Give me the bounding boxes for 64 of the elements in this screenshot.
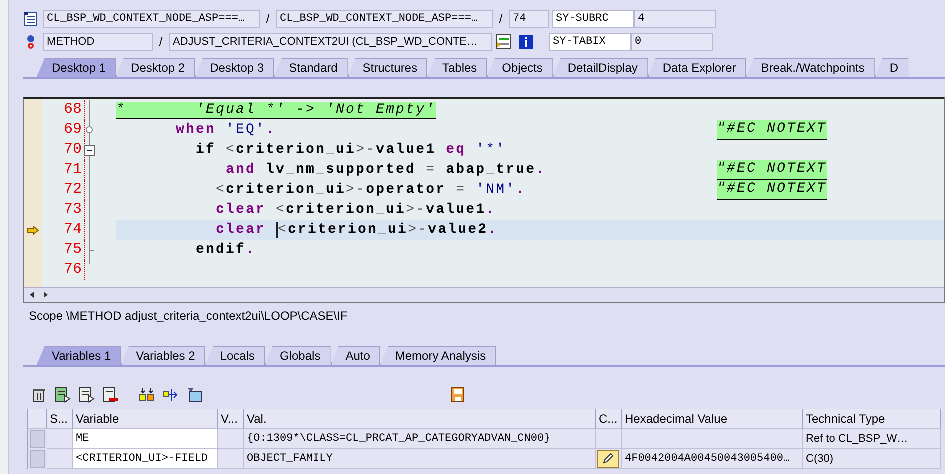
system-field-value: 0 bbox=[631, 33, 713, 51]
table-cell: <CRITERION_UI>-FIELD bbox=[73, 449, 218, 469]
code-line: if <criterion_ui>-value1 eq '*' bbox=[195, 142, 506, 158]
variables-tab[interactable]: Locals bbox=[205, 346, 265, 365]
code-line: <criterion_ui>-operator = 'NM'. bbox=[215, 182, 526, 198]
table-cell: 4F0042004A00450043005400… bbox=[622, 449, 803, 469]
desktop-tab[interactable]: Tables bbox=[427, 58, 488, 77]
table-cell: {O:1309*\CLASS=CL_PRCAT_AP_CATEGORYADVAN_CN00} bbox=[244, 429, 596, 449]
desktop-tab[interactable]: Desktop 3 bbox=[195, 58, 274, 77]
desktop-tab[interactable]: Structures bbox=[348, 58, 428, 77]
line-number: 73 bbox=[42, 200, 85, 220]
separator-text: / bbox=[265, 12, 271, 26]
line-number: 76 bbox=[42, 260, 85, 280]
desktop-tab[interactable]: Data Explorer bbox=[648, 58, 746, 77]
info-field: CL_BSP_WD_CONTEXT_NODE_ASP===… bbox=[276, 10, 493, 28]
system-field-value: 4 bbox=[634, 10, 716, 28]
table-cell: Ref to CL_BSP_W… bbox=[803, 429, 941, 449]
code-comment: "#EC NOTEXT bbox=[717, 160, 828, 180]
variables-tab[interactable]: Memory Analysis bbox=[380, 346, 496, 365]
variables-tab[interactable]: Variables 2 bbox=[121, 346, 206, 365]
column-header[interactable]: Variable bbox=[73, 409, 218, 429]
info-field: ADJUST_CRITERIA_CONTEXT2UI (CL_BSP_WD_CONTE… bbox=[169, 33, 492, 51]
table-cell: C(30) bbox=[803, 449, 941, 469]
code-line: when 'EQ'. bbox=[175, 122, 276, 138]
column-header[interactable]: C... bbox=[596, 409, 622, 429]
column-header[interactable]: Hexadecimal Value bbox=[622, 409, 803, 429]
code-comment: * 'Equal *' -> 'Not Empty' bbox=[116, 102, 436, 119]
line-number: 71 bbox=[42, 160, 85, 180]
table-cell: ME bbox=[73, 429, 218, 449]
desktop-tab[interactable]: D bbox=[874, 58, 909, 77]
scope-text: Scope \METHOD adjust_criteria_context2ui\LOOP\CASE\IF bbox=[28, 308, 349, 325]
column-header[interactable]: Val. bbox=[244, 409, 596, 429]
info-field: 74 bbox=[509, 10, 549, 28]
desktop-tab[interactable]: Desktop 2 bbox=[116, 58, 196, 77]
separator-text: / bbox=[498, 12, 504, 26]
code-line: clear <criterion_ui>-value2. bbox=[215, 222, 498, 238]
system-field-name: SY-TABIX bbox=[549, 33, 631, 51]
column-header[interactable]: S... bbox=[47, 409, 73, 429]
desktop-tab[interactable]: Break./Watchpoints bbox=[746, 58, 875, 77]
variables-tab[interactable]: Auto bbox=[330, 346, 380, 365]
desktop-tab[interactable]: Objects bbox=[487, 58, 553, 77]
line-number: 69 bbox=[42, 120, 85, 140]
code-comment: "#EC NOTEXT bbox=[717, 180, 828, 200]
info-field: CL_BSP_WD_CONTEXT_NODE_ASP===… bbox=[43, 10, 260, 28]
code-line: clear <criterion_ui>-value1. bbox=[215, 202, 496, 218]
desktop-tab[interactable]: Standard bbox=[274, 58, 348, 77]
separator-text: / bbox=[158, 35, 164, 49]
table-cell: OBJECT_FAMILY bbox=[244, 449, 596, 469]
column-header[interactable]: V... bbox=[218, 409, 244, 429]
system-field-name: SY-SUBRC bbox=[552, 10, 634, 28]
line-number: 72 bbox=[42, 180, 85, 200]
info-field: METHOD bbox=[43, 33, 153, 51]
desktop-tab[interactable]: Desktop 1 bbox=[37, 58, 116, 77]
code-comment: "#EC NOTEXT bbox=[717, 120, 828, 140]
variables-tab[interactable]: Globals bbox=[265, 346, 331, 365]
line-number: 74 bbox=[42, 220, 85, 240]
line-number: 75 bbox=[42, 240, 85, 260]
code-line: endif. bbox=[195, 242, 256, 258]
desktop-tab[interactable]: DetailDisplay bbox=[552, 58, 648, 77]
line-number: 70 bbox=[42, 140, 85, 160]
code-line: and lv_nm_supported = abap_true. bbox=[225, 162, 546, 178]
column-header[interactable]: Technical Type bbox=[803, 409, 941, 429]
variables-tab[interactable]: Variables 1 bbox=[37, 346, 122, 365]
line-number: 68 bbox=[42, 100, 85, 120]
